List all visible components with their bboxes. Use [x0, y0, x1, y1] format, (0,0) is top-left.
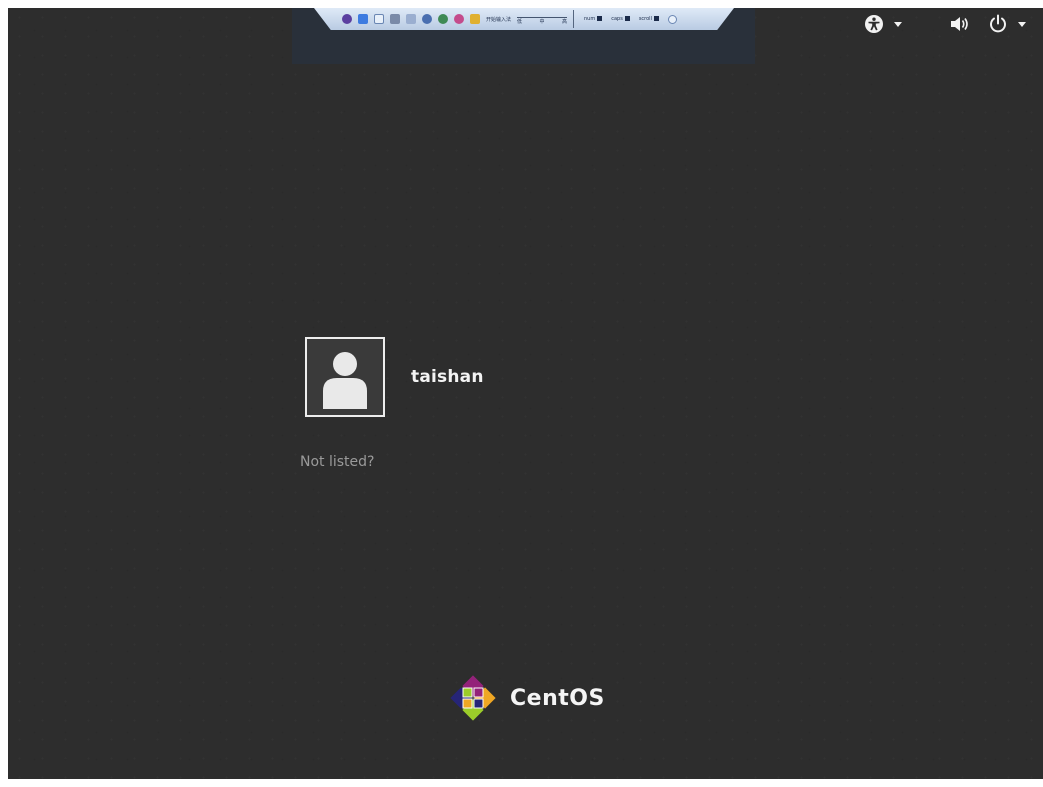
- keyboard-icon[interactable]: [390, 14, 400, 24]
- keyboard-label[interactable]: 开始输入法: [486, 16, 511, 23]
- screenshot-icon[interactable]: [406, 14, 416, 24]
- slider-mark-high: 高: [561, 19, 567, 25]
- mouse-icon[interactable]: [374, 14, 384, 24]
- user-list-item[interactable]: taishan: [305, 337, 484, 417]
- caps-indicator: caps: [611, 16, 633, 22]
- volume-indicator[interactable]: [950, 13, 970, 35]
- num-led: [597, 16, 603, 21]
- login-screen: 开始输入法 低 中 高 num caps scroll taishan Not …: [8, 8, 1043, 779]
- scroll-label: scroll: [638, 16, 652, 22]
- user-name[interactable]: taishan: [411, 367, 484, 387]
- media-icon[interactable]: [422, 14, 432, 24]
- scroll-led: [653, 16, 659, 21]
- remote-console-toolbar: 开始输入法 低 中 高 num caps scroll: [292, 8, 755, 64]
- centos-wordmark: CentOS: [510, 685, 605, 711]
- chevron-down-icon: [894, 21, 902, 27]
- accessibility-icon: [865, 15, 883, 33]
- help-icon[interactable]: [667, 14, 677, 24]
- num-label: num: [584, 16, 596, 22]
- power-icon: [990, 14, 1006, 33]
- mouse-pointer-icon: [274, 778, 276, 779]
- slider-mark-low: 低: [517, 19, 523, 25]
- wrench-icon[interactable]: [342, 14, 352, 24]
- settings-icon[interactable]: [470, 14, 480, 24]
- avatar[interactable]: [305, 337, 385, 417]
- toolbar-strip: 开始输入法 低 中 高 num caps scroll: [314, 8, 734, 30]
- fullscreen-icon[interactable]: [358, 14, 368, 24]
- power-menu[interactable]: [988, 13, 1026, 35]
- centos-logo-icon: [450, 675, 496, 721]
- chevron-down-icon: [1018, 21, 1026, 27]
- toolbar-divider: [573, 10, 575, 28]
- not-listed-link[interactable]: Not listed?: [300, 454, 374, 470]
- record-icon[interactable]: [454, 14, 464, 24]
- scroll-indicator: scroll: [639, 16, 662, 22]
- centos-branding: CentOS: [446, 671, 605, 725]
- user-avatar-icon: [323, 352, 367, 409]
- quality-slider[interactable]: 低 中 高: [517, 14, 568, 25]
- caps-label: caps: [611, 16, 623, 22]
- volume-icon: [951, 17, 968, 31]
- slider-marks: 低 中 高: [517, 18, 567, 25]
- num-indicator: num: [584, 16, 605, 22]
- caps-led: [624, 16, 630, 21]
- refresh-icon[interactable]: [438, 14, 448, 24]
- slider-mark-mid: 中: [539, 19, 545, 25]
- accessibility-menu[interactable]: [864, 13, 902, 35]
